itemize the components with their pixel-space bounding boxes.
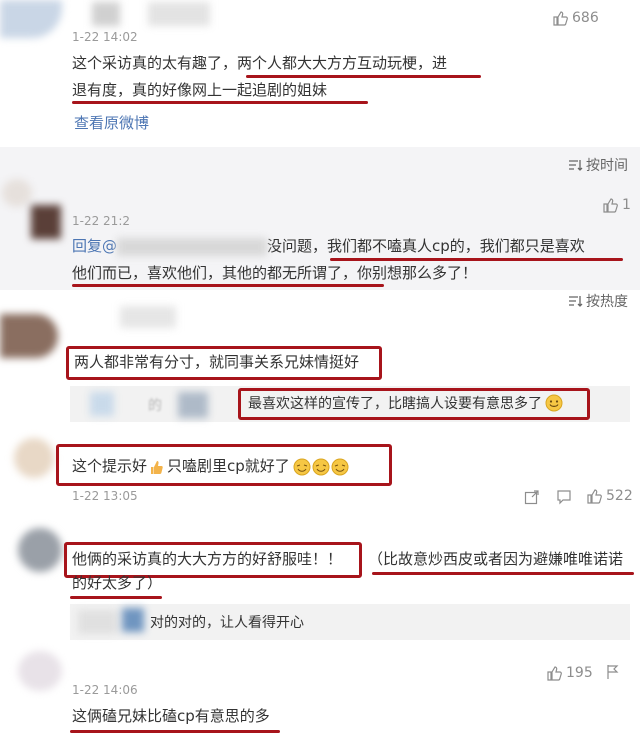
reply-text: 对的对的，让人看得开心	[150, 615, 304, 631]
like-button[interactable]: 522	[586, 488, 633, 504]
avatar[interactable]	[122, 608, 144, 632]
comment-6: 195 1-22 14:06 这俩磕兄妹比磕cp有意思的多	[0, 645, 640, 743]
thumbs-up-icon	[552, 10, 568, 26]
like-button[interactable]: 195	[546, 665, 593, 681]
annotation-underline	[70, 596, 162, 599]
sort-by-time-label: 按时间	[586, 158, 628, 174]
comment-line-2: 的好太多了）	[72, 574, 163, 592]
comment-3: 两人都非常有分寸，就同事关系兄妹情挺好 的 最喜欢这样的宣传了，比瞎搞人设要有意…	[0, 300, 640, 425]
comment-text: 这个提示好 只嗑剧里cp就好了	[72, 453, 349, 480]
like-count: 1	[622, 197, 631, 213]
thumbs-up-icon	[546, 665, 562, 681]
avatar[interactable]	[0, 314, 58, 358]
comment-line-2: 他们而已，喜欢他们，其他的都无所谓了，你别想那么多了！	[72, 264, 478, 282]
reply-mid: 没问题，	[267, 237, 328, 255]
smile-emoji-icon	[545, 394, 563, 412]
view-original-link[interactable]: 查看原微博	[74, 112, 149, 133]
reply-username[interactable]: 的	[148, 395, 162, 415]
avatar[interactable]	[14, 438, 54, 478]
like-button[interactable]: 686	[552, 10, 599, 26]
comment-text: 两人都非常有分寸，就同事关系兄妹情挺好	[74, 353, 360, 371]
laugh-emoji-icon	[293, 458, 349, 476]
comment-5: 他俩的采访真的大大方方的好舒服哇！！ （比故意炒西皮或者因为避嫌唯唯诺诺 的好太…	[0, 520, 640, 640]
comment-text-part-1: 这个提示好	[72, 457, 148, 475]
thumbs-up-icon	[586, 488, 602, 504]
avatar[interactable]	[18, 651, 62, 691]
annotation-underline	[330, 258, 623, 261]
avatar[interactable]	[178, 392, 208, 418]
annotation-underline	[246, 75, 481, 78]
annotation-underline	[70, 730, 280, 733]
reply-prefix: 回复@	[72, 237, 118, 255]
like-count: 522	[606, 488, 633, 504]
username-redacted	[120, 306, 176, 328]
sort-icon	[568, 159, 583, 172]
comment-line-1: 这个采访真的太有趣了，两个人都大大方方互动玩梗，进	[72, 54, 448, 72]
comment-2: 按时间 1-22 21:2 1 回复@ 没问题，我们都不嗑真人cp的，我们都只是喜…	[0, 147, 640, 290]
thumbs-up-icon	[602, 197, 618, 213]
sort-by-time[interactable]: 按时间	[568, 155, 628, 175]
avatar[interactable]	[31, 205, 61, 239]
like-count: 195	[566, 665, 593, 681]
comment-time: 1-22 14:02	[72, 30, 138, 44]
reply-text: 最喜欢这样的宣传了，比瞎搞人设要有意思多了	[248, 393, 563, 413]
avatar[interactable]	[18, 528, 62, 572]
comment-icon[interactable]	[556, 489, 572, 505]
comment-text-part-2: 只嗑剧里cp就好了	[167, 457, 290, 475]
like-button[interactable]: 1	[602, 197, 631, 213]
username-redacted	[117, 237, 268, 256]
comment-4: 这个提示好 只嗑剧里cp就好了 1-22 13:05 522	[0, 430, 640, 515]
comment-text: 这俩磕兄妹比磕cp有意思的多	[72, 707, 270, 725]
avatar[interactable]	[90, 392, 114, 416]
comment-time: 1-22 14:06	[72, 683, 138, 697]
like-count: 686	[572, 10, 599, 26]
thumbs-up-emoji-icon	[150, 459, 164, 475]
comment-1: 1-22 14:02 686 这个采访真的太有趣了，两个人都大大方方互动玩梗，进…	[0, 0, 640, 145]
comment-line-1: 他俩的采访真的大大方方的好舒服哇！！	[72, 550, 343, 568]
comment-line-1-cont: （比故意炒西皮或者因为避嫌唯唯诺诺	[368, 550, 624, 568]
comment-line-1-highlight: 我们都不嗑真人cp的，我们都只是喜欢	[327, 237, 585, 255]
username-redacted	[92, 2, 120, 26]
comment-time: 1-22 21:2	[72, 214, 130, 228]
annotation-underline	[72, 284, 384, 287]
comment-line-2: 退有度，真的好像网上一起追剧的姐妹	[72, 81, 328, 99]
avatar[interactable]	[0, 0, 62, 38]
share-icon[interactable]	[524, 489, 540, 505]
annotation-underline	[72, 101, 368, 104]
avatar[interactable]	[2, 179, 32, 207]
avatar[interactable]	[78, 610, 118, 634]
username-redacted	[148, 2, 210, 26]
reply-text-content: 最喜欢这样的宣传了，比瞎搞人设要有意思多了	[248, 396, 542, 412]
annotation-underline	[372, 572, 634, 575]
comment-time: 1-22 13:05	[72, 489, 138, 503]
more-options-icon[interactable]	[604, 663, 622, 681]
